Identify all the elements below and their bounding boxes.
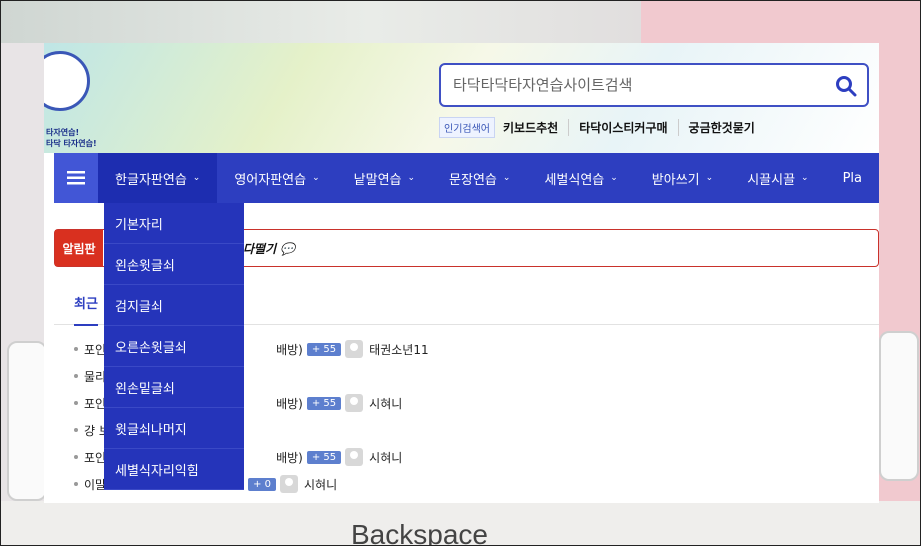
korean-keyboard-dropdown: 기본자리 왼손윗글쇠 검지글쇠 오른손윗글쇠 왼손밑글쇠 윗글쇠나머지 세별식자… [104, 203, 244, 490]
dropdown-item[interactable]: 오른손윗글쇠 [104, 326, 244, 367]
post-title[interactable]: 물리 [84, 368, 106, 385]
popular-keyword[interactable]: 키보드추천 [503, 119, 568, 136]
post-author[interactable]: 시혀니 [304, 476, 337, 493]
post-title[interactable]: 이말 [84, 476, 106, 493]
bullet [74, 401, 78, 405]
nav-item-community[interactable]: 시끌시끌 ⌄ [730, 153, 825, 203]
chevron-down-icon: ⌄ [610, 173, 618, 183]
comment-count-badge: + 55 [306, 396, 342, 410]
dropdown-item[interactable]: 검지글쇠 [104, 285, 244, 326]
chevron-down-icon: ⌄ [705, 173, 714, 183]
comment-count-badge: + 55 [306, 450, 342, 464]
search-icon[interactable] [835, 75, 857, 97]
bullet [74, 482, 78, 486]
search-input[interactable] [441, 65, 821, 105]
post-title[interactable]: 포인 [84, 395, 106, 412]
page: 타자연습! 타닥 타자연습! 인기검색어 키보드추천 타닥이스티커구매 궁금한것… [44, 43, 879, 503]
dropdown-item[interactable]: 왼손밑글쇠 [104, 367, 244, 408]
avatar [280, 475, 299, 493]
comment-count-badge: + 0 [248, 477, 277, 491]
post-author[interactable]: 시혀니 [369, 449, 402, 466]
popular-keyword[interactable]: 타닥이스티커구매 [568, 118, 677, 136]
logo-text: 타자연습! 타닥 타자연습! [46, 128, 97, 148]
chevron-down-icon: ⌄ [502, 173, 511, 183]
nav-item-play[interactable]: Pla [826, 153, 879, 203]
nav-item-sentences[interactable]: 문장연습 ⌄ [432, 153, 527, 203]
chevron-down-icon: ⌄ [192, 173, 201, 183]
bullet [74, 374, 78, 378]
post-title-tail: 배방) [276, 396, 303, 411]
nav-item-dictation[interactable]: 받아쓰기 ⌄ [635, 153, 730, 203]
nav-item-words[interactable]: 낱말연습 ⌄ [337, 153, 432, 203]
logo-emblem [44, 51, 90, 111]
avatar [345, 394, 364, 412]
tab-recent[interactable]: 최근 [74, 293, 98, 326]
main-nav: 한글자판연습 ⌄ 영어자판연습 ⌄ 낱말연습 ⌄ 문장연습 ⌄ 세벌식연습 ⌄ 받아쓰기 ⌄… [54, 153, 879, 203]
post-author[interactable]: 시혀니 [369, 395, 402, 412]
post-title-tail: 배방) [276, 342, 303, 357]
list-item[interactable]: 물리 [74, 366, 108, 386]
notice-label: 알림판 [55, 230, 103, 266]
dropdown-item[interactable]: 왼손윗글쇠 [104, 244, 244, 285]
dropdown-item[interactable]: 윗글쇠나머지 [104, 408, 244, 449]
popular-tag: 인기검색어 [439, 116, 495, 138]
chevron-down-icon: ⌄ [407, 173, 416, 183]
chevron-down-icon: ⌄ [312, 173, 320, 183]
post-title-tail: 배방) [276, 450, 303, 465]
background-key [879, 331, 919, 481]
search-box [439, 63, 869, 107]
site-logo[interactable]: 타자연습! 타닥 타자연습! [44, 51, 97, 151]
post-title[interactable]: 포인 [84, 341, 106, 358]
avatar [345, 340, 364, 358]
bullet [74, 455, 78, 459]
nav-item-english[interactable]: 영어자판연습 ⌄ [217, 153, 336, 203]
bullet [74, 347, 78, 351]
dropdown-item[interactable]: 세별식자리익힘 [104, 449, 244, 490]
background-key [7, 341, 47, 501]
header: 타자연습! 타닥 타자연습! 인기검색어 키보드추천 타닥이스티커구매 궁금한것… [44, 43, 879, 153]
notice-message[interactable]: 다떨기 💬 [243, 240, 295, 257]
post-author[interactable]: 태권소년11 [369, 341, 428, 358]
dropdown-item[interactable]: 기본자리 [104, 203, 244, 244]
background-key-label: Backspace [351, 519, 488, 545]
chevron-down-icon: ⌄ [801, 173, 809, 183]
nav-item-sebeolsik[interactable]: 세벌식연습 ⌄ [527, 153, 634, 203]
avatar [345, 448, 364, 466]
hamburger-icon[interactable] [54, 153, 99, 203]
nav-item-korean[interactable]: 한글자판연습 ⌄ [98, 153, 218, 203]
post-title[interactable]: 포인 [84, 449, 106, 466]
popular-searches: 인기검색어 키보드추천 타닥이스티커구매 궁금한것묻기 [439, 116, 765, 138]
popular-keyword[interactable]: 궁금한것묻기 [677, 118, 765, 136]
bullet [74, 428, 78, 432]
comment-count-badge: + 55 [306, 342, 342, 356]
